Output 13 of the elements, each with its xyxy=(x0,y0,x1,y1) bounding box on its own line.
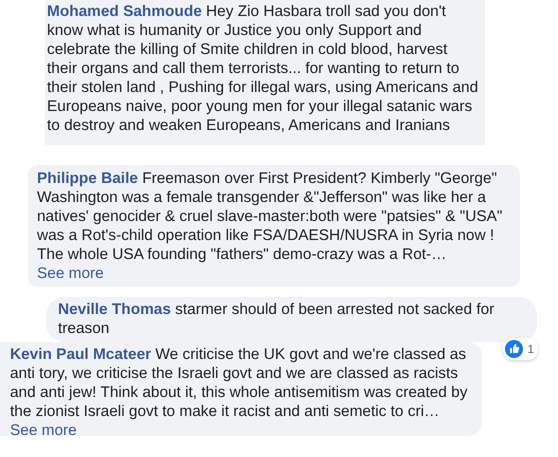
comment-text: Neville Thomas starmer should of been arrested not sacked for treason xyxy=(58,300,496,338)
see-more-link[interactable]: See more xyxy=(10,422,77,439)
see-more-link[interactable]: See more xyxy=(37,265,104,282)
thumbs-up-icon xyxy=(505,340,524,358)
reaction-count: 1 xyxy=(527,342,534,356)
author-link[interactable]: Mohamed Sahmoude xyxy=(47,3,202,20)
author-link[interactable]: Neville Thomas xyxy=(58,301,171,318)
author-link[interactable]: Philippe Baile xyxy=(37,170,138,187)
comment-text: Mohamed Sahmoude Hey Zio Hasbara troll sad you don't know what is humanity or Justice you only Support and celebrate the killing of Smite children in cold blood, harvest their organs and call them terrorists... for wanting to return to their stolen land , Pushing for illegal wars, using Americans and Europeans naive, poor young men for your illegal satanic wars to destroy and weaken Europeans, Americans and Iranians xyxy=(47,2,479,135)
author-link[interactable]: Kevin Paul Mcateer xyxy=(10,346,152,363)
comment-text: Kevin Paul Mcateer We criticise the UK govt and we're classed as anti tory, we criticise the Israeli govt and we are classed as racists and anti jew! Think about it, this whole antisemitism was created by the zionist Israeli govt to make it racist and anti semetic to cri… See more xyxy=(10,345,468,440)
comment-text: Philippe Baile Freemason over First President? Kimberly "George" Washington was a female transgender &"Jefferson" was like her a natives' genocider & cruel slave-master:both were "patsies" & "USA" was a Rot's-child operation like FSA/DAESH/NUSRA in Syria now ! The whole USA founding "fathers" demo-crazy was a Rot-… See more xyxy=(37,169,504,283)
reaction-badge[interactable]: 1 xyxy=(503,338,538,360)
